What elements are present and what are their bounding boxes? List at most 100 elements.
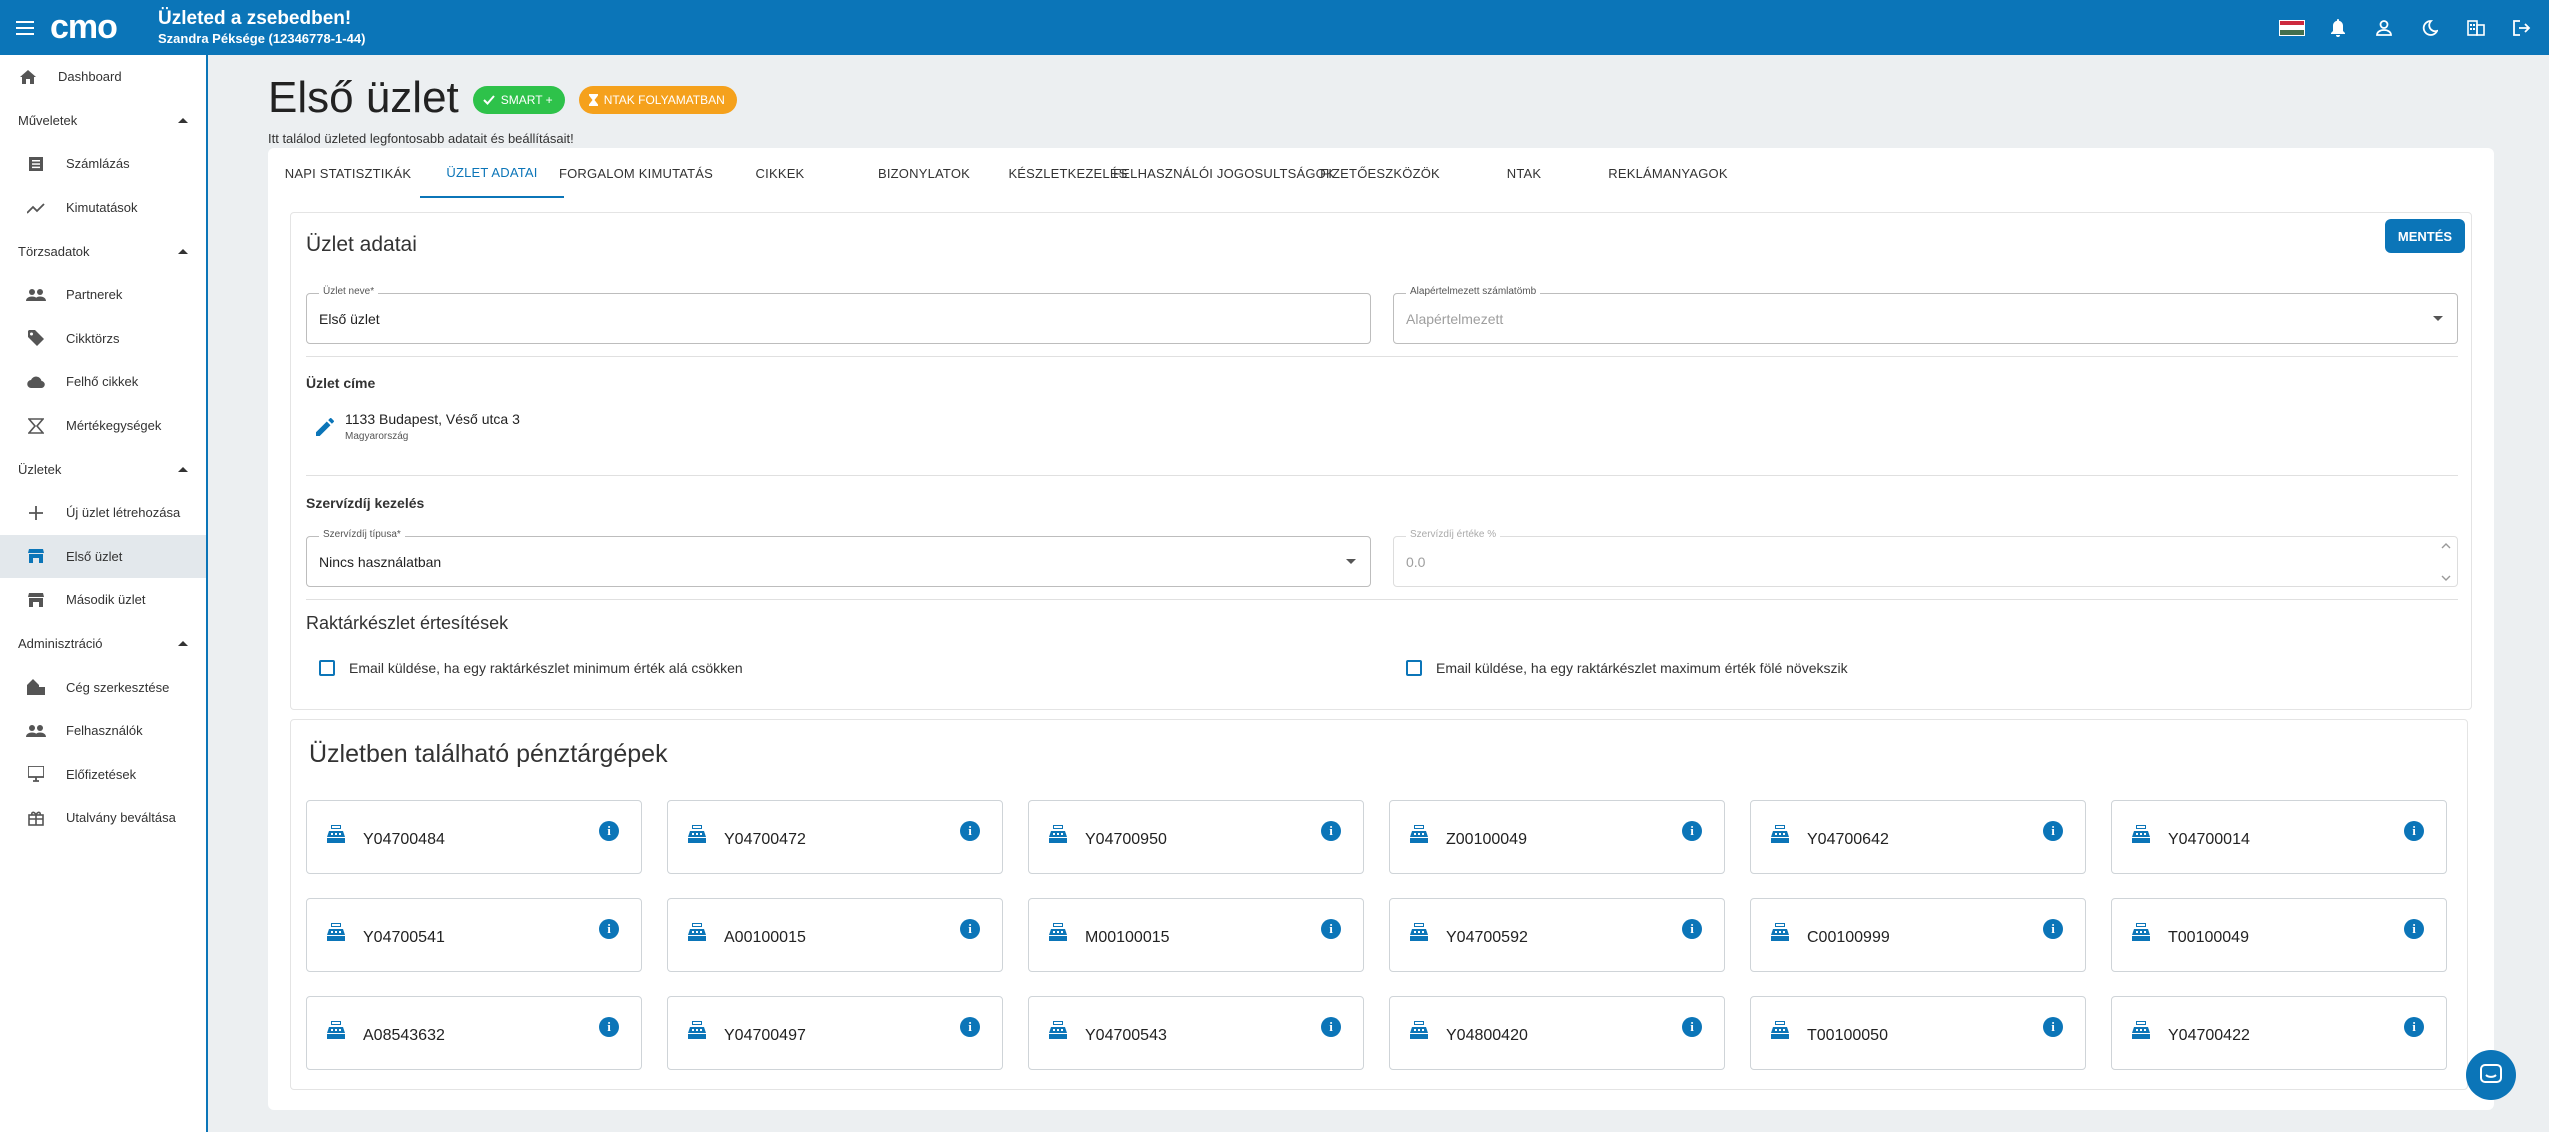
tab-uzlet-adatai[interactable]: ÜZLET ADATAI <box>420 148 564 198</box>
chat-button[interactable] <box>2466 1050 2516 1100</box>
sidebar-section-adminisztracio[interactable]: Adminisztráció <box>0 622 206 666</box>
number-stepper[interactable] <box>2441 543 2451 581</box>
sidebar-item-elofizetesek[interactable]: Előfizetések <box>0 753 206 797</box>
page-header: Első üzlet SMART + NTAK FOLYAMATBAN <box>268 55 2496 123</box>
info-icon[interactable]: i <box>960 821 980 841</box>
cash-register-tile[interactable]: Z00100049 i <box>1389 800 1725 874</box>
bell-icon[interactable] <box>2323 13 2353 43</box>
info-icon[interactable]: i <box>2404 1017 2424 1037</box>
cash-register-tile[interactable]: Y04700472 i <box>667 800 1003 874</box>
tab-napi-statisztikak[interactable]: NAPI STATISZTIKÁK <box>276 148 420 198</box>
cmo-logo[interactable]: cmo <box>50 11 150 45</box>
tab-ntak[interactable]: NTAK <box>1452 148 1596 198</box>
info-icon[interactable]: i <box>1682 919 1702 939</box>
cash-register-tile[interactable]: Y04800420 i <box>1389 996 1725 1070</box>
sidebar-section-uzletek[interactable]: Üzletek <box>0 447 206 491</box>
tab-bizonylatok[interactable]: BIZONYLATOK <box>852 148 996 198</box>
menu-icon[interactable] <box>0 0 50 55</box>
sidebar-item-masodik-uzlet[interactable]: Második üzlet <box>0 578 206 622</box>
people-icon <box>26 721 46 741</box>
info-icon[interactable]: i <box>2043 919 2063 939</box>
sidebar-section-muveletek[interactable]: Műveletek <box>0 99 206 143</box>
cash-register-icon <box>686 823 708 845</box>
company-icon[interactable] <box>2461 13 2491 43</box>
info-icon[interactable]: i <box>1321 1017 1341 1037</box>
info-icon[interactable]: i <box>2043 1017 2063 1037</box>
tab-reklamanyagok[interactable]: REKLÁMANYAGOK <box>1596 148 1740 198</box>
info-icon[interactable]: i <box>1321 821 1341 841</box>
sidebar-item-cikktorzs[interactable]: Cikktörzs <box>0 317 206 361</box>
cash-register-tile[interactable]: A00100015 i <box>667 898 1003 972</box>
checkbox-icon[interactable] <box>319 660 335 676</box>
shop-name-field[interactable]: Üzlet neve* Első üzlet <box>306 286 1371 344</box>
cash-register-tile[interactable]: T00100049 i <box>2111 898 2447 972</box>
info-icon[interactable]: i <box>2043 821 2063 841</box>
info-icon[interactable]: i <box>599 919 619 939</box>
sidebar-item-dashboard[interactable]: Dashboard <box>0 55 206 99</box>
cash-register-tile[interactable]: Y04700642 i <box>1750 800 2086 874</box>
cash-register-tile[interactable]: Y04700592 i <box>1389 898 1725 972</box>
tab-bar: NAPI STATISZTIKÁK ÜZLET ADATAI FORGALOM … <box>268 148 2494 198</box>
logout-icon[interactable] <box>2507 13 2537 43</box>
building-icon <box>26 677 46 697</box>
gift-icon <box>26 808 46 828</box>
checkbox-icon[interactable] <box>1406 660 1422 676</box>
cash-register-tile[interactable]: Y04700950 i <box>1028 800 1364 874</box>
tab-felhasznaloi-jogosultsagok[interactable]: FELHASZNÁLÓI JOGOSULTSÁGOK <box>1113 148 1334 198</box>
tab-fizetoeszkozok[interactable]: FIZETŐESZKÖZÖK <box>1308 148 1452 198</box>
info-icon[interactable]: i <box>1682 821 1702 841</box>
chevron-up-icon[interactable] <box>2441 543 2451 549</box>
edit-address-icon[interactable] <box>313 415 337 439</box>
cash-register-tile[interactable]: Y04700543 i <box>1028 996 1364 1070</box>
sidebar-section-torzsadatok[interactable]: Törzsadatok <box>0 229 206 273</box>
info-icon[interactable]: i <box>599 821 619 841</box>
save-button[interactable]: MENTÉS <box>2385 219 2465 253</box>
cash-register-tile[interactable]: T00100050 i <box>1750 996 2086 1070</box>
service-fee-type-select[interactable]: Szervízdíj típusa* Nincs használatban <box>306 529 1371 587</box>
sidebar-item-felho-cikkek[interactable]: Felhő cikkek <box>0 360 206 404</box>
info-icon[interactable]: i <box>599 1017 619 1037</box>
sidebar-item-felhasznalok[interactable]: Felhasználók <box>0 709 206 753</box>
info-icon[interactable]: i <box>1682 1017 1702 1037</box>
cash-register-tile[interactable]: C00100999 i <box>1750 898 2086 972</box>
cash-registers-card: Üzletben található pénztárgépek Y0470048… <box>290 719 2468 1090</box>
cash-register-tile[interactable]: Y04700484 i <box>306 800 642 874</box>
tab-cikkek[interactable]: CIKKEK <box>708 148 852 198</box>
cash-register-tile[interactable]: A08543632 i <box>306 996 642 1070</box>
sidebar-item-uj-uzlet[interactable]: Új üzlet létrehozása <box>0 491 206 535</box>
cash-register-tile[interactable]: M00100015 i <box>1028 898 1364 972</box>
user-icon[interactable] <box>2369 13 2399 43</box>
sidebar-item-mertekegysegek[interactable]: Mértékegységek <box>0 404 206 448</box>
cash-register-tile[interactable]: Y04700497 i <box>667 996 1003 1070</box>
max-stock-checkbox[interactable]: Email küldése, ha egy raktárkészlet maxi… <box>1406 660 1848 676</box>
sidebar-item-elso-uzlet[interactable]: Első üzlet <box>0 534 206 579</box>
page-title: Első üzlet <box>268 73 459 122</box>
min-stock-checkbox[interactable]: Email küldése, ha egy raktárkészlet mini… <box>319 660 743 676</box>
tab-forgalom-kimutatas[interactable]: FORGALOM KIMUTATÁS <box>559 148 713 198</box>
cash-register-icon <box>1769 921 1791 943</box>
invoice-block-select[interactable]: Alapértelmezett számlatömb Alapértelmeze… <box>1393 286 2458 344</box>
info-icon[interactable]: i <box>1321 919 1341 939</box>
info-icon[interactable]: i <box>960 919 980 939</box>
sidebar-item-utalvany[interactable]: Utalvány beváltása <box>0 796 206 840</box>
cash-register-icon <box>1408 1019 1430 1041</box>
hungarian-flag-icon[interactable] <box>2277 13 2307 43</box>
chevron-up-icon <box>178 117 188 123</box>
main-content: Első üzlet SMART + NTAK FOLYAMATBAN Itt … <box>268 55 2496 1110</box>
sidebar-item-szamlazas[interactable]: Számlázás <box>0 142 206 186</box>
info-icon[interactable]: i <box>2404 821 2424 841</box>
sidebar-item-kimutatasok[interactable]: Kimutatások <box>0 186 206 230</box>
chevron-down-icon[interactable] <box>2441 575 2451 581</box>
sidebar-item-ceg-szerkesztese[interactable]: Cég szerkesztése <box>0 665 206 709</box>
sidebar-item-partnerek[interactable]: Partnerek <box>0 273 206 317</box>
cash-register-id: Y04700950 <box>1085 831 1167 848</box>
home-icon <box>18 67 38 87</box>
cash-register-tile[interactable]: Y04700541 i <box>306 898 642 972</box>
section-title: Üzlet adatai <box>306 233 417 256</box>
dark-mode-icon[interactable] <box>2415 13 2445 43</box>
info-icon[interactable]: i <box>960 1017 980 1037</box>
service-fee-value-field[interactable]: Szervízdíj értéke % 0.0 <box>1393 529 2458 587</box>
info-icon[interactable]: i <box>2404 919 2424 939</box>
cash-register-tile[interactable]: Y04700422 i <box>2111 996 2447 1070</box>
cash-register-tile[interactable]: Y04700014 i <box>2111 800 2447 874</box>
